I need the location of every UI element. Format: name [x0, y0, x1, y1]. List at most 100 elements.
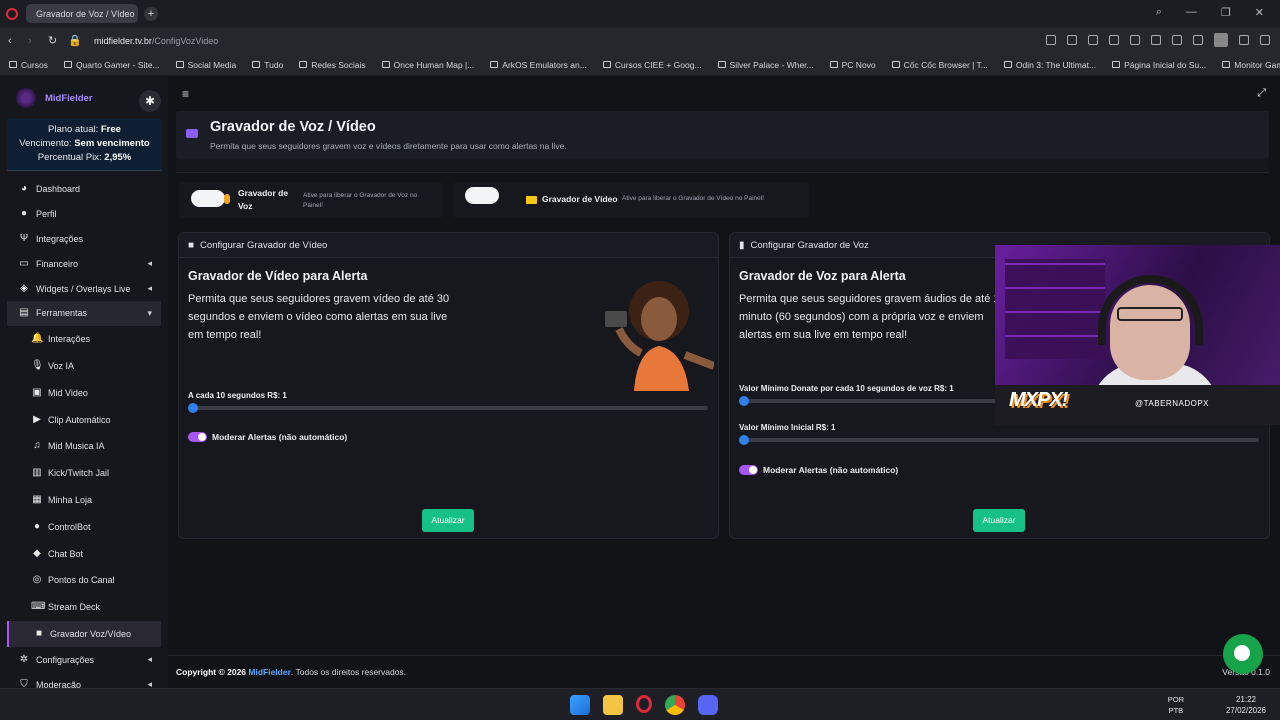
folder-icon	[381, 61, 390, 68]
taskbar-apps	[570, 695, 718, 715]
video-update-button[interactable]: Atualizar	[422, 509, 474, 532]
video-recorder-toggle-card: Gravador de Vídeo Ative para liberar o G…	[453, 182, 809, 218]
sidebar-item-label: Voz IA	[48, 360, 75, 371]
browser-tab[interactable]: Gravador de Voz / Vídeo	[26, 4, 138, 23]
slider-thumb[interactable]	[188, 403, 198, 413]
video-price-slider[interactable]	[188, 403, 708, 413]
streamer-banner: MXPX! @TABERNADOPX	[995, 385, 1280, 425]
shield-icon[interactable]	[1088, 35, 1098, 45]
video-moderate-toggle[interactable]: Moderar Alertas (não automático)	[188, 432, 347, 442]
sidebar-item-widgets[interactable]: ◈ Widgets / Overlays Live ◂	[0, 276, 168, 301]
bookmark-item[interactable]: Tudo	[252, 60, 283, 70]
voice-initial-slider[interactable]	[739, 435, 1259, 445]
voice-recorder-switch[interactable]	[191, 190, 225, 207]
toolbox-icon: ▤	[19, 307, 29, 319]
sidebar-item-perfil[interactable]: ● Perfil	[0, 202, 168, 227]
bookmark-item[interactable]: Monitor Gamer Sup...	[1222, 60, 1280, 70]
sidebar-item-label: Mid Musica IA	[48, 441, 105, 452]
sidebar-subitem[interactable]: 🔔 Interações	[0, 326, 168, 353]
search-icon[interactable]: ⌕	[1156, 6, 1162, 19]
bookmark-label: Quarto Gamer - Site...	[75, 59, 160, 70]
sidebar-submenu: 🔔 Interações 🎙 Voz IA ▣ Mid Video ▶ Clip Automá…	[0, 326, 168, 648]
sidebar-subitem[interactable]: ⌨ Stream Deck	[0, 594, 168, 621]
footer-brand-link[interactable]: MidFielder	[248, 667, 291, 677]
video-recorder-switch[interactable]	[465, 187, 499, 204]
bookmark-item[interactable]: Cốc Cốc Browser | T...	[891, 60, 988, 70]
maximize-button[interactable]: ❐	[1221, 6, 1231, 19]
sidebar-item-ferramentas[interactable]: ▤ Ferramentas ▾	[7, 300, 161, 326]
opera-logo-icon[interactable]	[6, 7, 18, 20]
play-icon[interactable]	[1130, 35, 1140, 45]
sidebar-item-label: Kick/Twitch Jail	[48, 468, 110, 479]
camera-icon[interactable]	[1067, 35, 1077, 45]
theme-gear-button[interactable]: ✱	[139, 90, 161, 112]
chat-support-button[interactable]	[1223, 634, 1263, 674]
sidebar-subitem[interactable]: ▣ Mid Video	[0, 379, 168, 406]
bookmark-label: ArkOS Emulators an...	[502, 59, 587, 70]
bookmark-item[interactable]: Odin 3: The Ultimat...	[1003, 60, 1096, 70]
voice-update-button[interactable]: Atualizar	[973, 509, 1025, 532]
close-button[interactable]: ✕	[1255, 6, 1264, 19]
file-explorer-icon[interactable]	[603, 695, 623, 715]
voice-panel-text: Permita que seus seguidores gravem áudio…	[739, 293, 1000, 341]
download-icon[interactable]	[1172, 35, 1182, 45]
bookmark-item[interactable]: Redes Sociais	[299, 60, 366, 70]
avatar[interactable]	[1214, 33, 1228, 47]
sidebar-subitem[interactable]: ▶ Clip Automático	[0, 406, 168, 433]
voice-moderate-toggle[interactable]: Moderar Alertas (não automático)	[739, 465, 898, 475]
url-field[interactable]: midfielder.tv.br/ConfigVozVideo	[94, 36, 218, 46]
vpn-icon[interactable]	[1109, 35, 1119, 45]
reload-icon[interactable]: ↻	[48, 35, 60, 47]
bookmark-item[interactable]: Cursos	[9, 60, 48, 70]
sidebar-subitem[interactable]: ◆ Chat Bot	[0, 540, 168, 567]
extensions-icon[interactable]	[1260, 35, 1270, 45]
bookmark-item[interactable]: Quarto Gamer - Site...	[63, 59, 160, 70]
sidebar-item-configuracoes[interactable]: ✲ Configurações ◂	[0, 647, 168, 672]
sidebar-item-financeiro[interactable]: ▭ Financeiro ◂	[0, 251, 168, 276]
slider-thumb[interactable]	[739, 435, 749, 445]
forward-icon[interactable]: ›	[28, 35, 40, 47]
sidebar-subitem[interactable]: ◎ Pontos do Canal	[0, 567, 168, 594]
slider-thumb[interactable]	[739, 396, 749, 406]
moderate-label: Moderar Alertas (não automático)	[763, 465, 899, 475]
clock[interactable]: 21:22 27/02/2026	[1226, 694, 1266, 716]
sidebar-toggle-icon[interactable]	[1239, 35, 1249, 45]
edit-icon[interactable]	[1046, 35, 1056, 45]
windows-start-icon[interactable]	[570, 695, 590, 715]
minimize-button[interactable]: —	[1186, 6, 1197, 19]
sidebar-item-integracoes[interactable]: Ψ Integrações	[0, 227, 168, 252]
chat-icon: ◆	[33, 547, 41, 559]
sidebar-subitem[interactable]: ▦ Minha Loja	[0, 487, 168, 514]
fullscreen-icon[interactable]: ⤢	[1257, 87, 1266, 100]
clock-date: 27/02/2026	[1225, 706, 1266, 715]
sidebar-subitem[interactable]: ♫ Mid Musica IA	[0, 433, 168, 460]
bookmark-item[interactable]: Once Human Map |...	[381, 60, 474, 70]
moderate-switch[interactable]	[739, 465, 758, 475]
bookmark-item[interactable]: PC Novo	[829, 60, 876, 70]
sidebar-subitem[interactable]: 🎙 Voz IA	[0, 353, 168, 380]
bookmark-item[interactable]: ArkOS Emulators an...	[490, 60, 587, 70]
bookmark-item[interactable]: Social Media	[175, 60, 236, 70]
discord-icon[interactable]	[698, 695, 718, 715]
sidebar-item-label: Widgets / Overlays Live	[36, 283, 131, 294]
sidebar-subitem[interactable]: ● ControlBot	[0, 513, 168, 540]
bookmark-item[interactable]: Página Inicial do Su...	[1112, 60, 1206, 70]
plan-info: Plano atual: Free Vencimento: Sem vencim…	[7, 119, 162, 171]
bookmark-item[interactable]: Silver Palace - Wher...	[717, 60, 814, 70]
opera-icon[interactable]	[636, 695, 652, 713]
bookmark-item[interactable]: Cursos CIEE + Goog...	[602, 60, 702, 70]
page-subtitle: Permita que seus seguidores gravem voz e…	[210, 141, 567, 151]
sidebar-subitem[interactable]: ■ Gravador Voz/Vídeo	[7, 620, 161, 648]
video-config-panel: ■ Configurar Gravador de Vídeo Gravador d…	[178, 232, 719, 539]
chrome-icon[interactable]	[665, 695, 685, 715]
sidebar-item-dashboard[interactable]: ◕ Dashboard	[0, 177, 168, 202]
hamburger-menu-icon[interactable]: ≡	[182, 87, 189, 101]
moderate-switch[interactable]	[188, 432, 207, 442]
heart-icon[interactable]	[1151, 35, 1161, 45]
new-tab-button[interactable]: +	[144, 6, 158, 21]
input-language[interactable]: POR PTB	[1168, 694, 1184, 716]
sidebar-subitem[interactable]: ▥ Kick/Twitch Jail	[0, 460, 168, 487]
menu-icon[interactable]	[1193, 35, 1203, 45]
back-icon[interactable]: ‹	[8, 35, 20, 47]
sidebar-item-label: Mid Video	[48, 387, 88, 398]
